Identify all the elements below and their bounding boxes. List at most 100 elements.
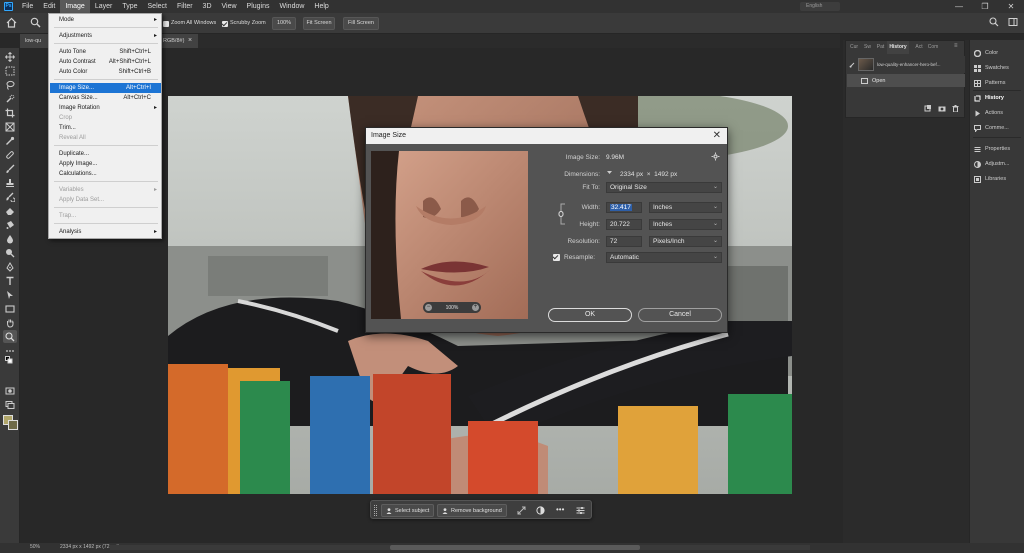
- menu-edit[interactable]: Edit: [38, 0, 60, 13]
- menu-layer[interactable]: Layer: [90, 0, 118, 13]
- menu-window[interactable]: Window: [275, 0, 310, 13]
- menu-item-analysis[interactable]: Analysis ▸: [50, 227, 161, 237]
- dock-history[interactable]: History: [974, 91, 1024, 105]
- menu-file[interactable]: File: [17, 0, 38, 13]
- width-unit-select[interactable]: Inches ⌄: [649, 202, 722, 213]
- close-tab-icon[interactable]: ×: [188, 34, 192, 48]
- quick-selection-tool-icon[interactable]: [3, 92, 17, 105]
- fill-screen-button[interactable]: Fill Screen: [343, 17, 379, 30]
- tab-color[interactable]: Cur: [847, 41, 861, 54]
- height-unit-select[interactable]: Inches ⌄: [649, 219, 722, 230]
- resample-checkbox[interactable]: [553, 254, 560, 263]
- screen-mode-icon[interactable]: [3, 398, 17, 411]
- menu-filter[interactable]: Filter: [172, 0, 198, 13]
- language-chip[interactable]: English: [800, 2, 840, 11]
- dock-patterns[interactable]: Patterns: [974, 76, 1024, 90]
- fit-to-select[interactable]: Original Size ⌄: [606, 182, 722, 193]
- gradient-tool-icon[interactable]: [3, 218, 17, 231]
- menu-item-canvas-size[interactable]: Canvas Size... Alt+Ctrl+C: [50, 93, 161, 103]
- menu-image[interactable]: Image: [60, 0, 90, 13]
- gear-icon[interactable]: [711, 152, 720, 161]
- height-input[interactable]: 20.722: [606, 219, 642, 230]
- more-options-icon[interactable]: •••: [556, 505, 564, 514]
- fit-screen-button[interactable]: Fit Screen: [303, 17, 335, 30]
- tab-swatches[interactable]: Sw: [861, 41, 874, 54]
- remove-background-button[interactable]: Remove background: [437, 504, 507, 517]
- dock-libraries[interactable]: Libraries: [974, 172, 1024, 186]
- panel-menu-icon[interactable]: ≡: [954, 43, 958, 49]
- tab-comments[interactable]: Com: [926, 41, 940, 54]
- zoom-out-icon[interactable]: −: [425, 304, 432, 311]
- hand-tool-icon[interactable]: [3, 316, 17, 329]
- menu-3d[interactable]: 3D: [198, 0, 217, 13]
- tab-history[interactable]: History: [887, 41, 909, 54]
- move-tool-icon[interactable]: [3, 50, 17, 63]
- dock-adjustments[interactable]: Adjustm...: [974, 157, 1024, 171]
- tab-patterns[interactable]: Pat: [874, 41, 887, 54]
- menu-item-apply-image[interactable]: Apply Image...: [50, 159, 161, 169]
- path-selection-tool-icon[interactable]: [3, 288, 17, 301]
- history-brush-tool-icon[interactable]: [3, 190, 17, 203]
- zoom-tool-icon[interactable]: [30, 17, 41, 28]
- camera-snapshot-icon[interactable]: [938, 105, 946, 112]
- menu-select[interactable]: Select: [143, 0, 172, 13]
- zoom-100-button[interactable]: 100%: [272, 17, 296, 30]
- frame-tool-icon[interactable]: [3, 120, 17, 133]
- resample-method-select[interactable]: Automatic ⌄: [606, 252, 722, 263]
- cancel-button[interactable]: Cancel: [638, 308, 722, 322]
- crop-tool-icon[interactable]: [3, 106, 17, 119]
- search-icon[interactable]: [989, 17, 999, 27]
- menu-type[interactable]: Type: [117, 0, 142, 13]
- zoom-level[interactable]: 50%: [30, 544, 40, 550]
- menu-item-duplicate[interactable]: Duplicate...: [50, 149, 161, 159]
- eyedropper-tool-icon[interactable]: [3, 134, 17, 147]
- healing-brush-tool-icon[interactable]: [3, 148, 17, 161]
- settings-sliders-icon[interactable]: [576, 506, 585, 515]
- ok-button[interactable]: OK: [548, 308, 632, 322]
- pen-tool-icon[interactable]: [3, 260, 17, 273]
- menu-item-adjustments[interactable]: Adjustments ▸: [50, 31, 161, 41]
- select-subject-button[interactable]: Select subject: [381, 504, 435, 517]
- menu-item-image-rotation[interactable]: Image Rotation ▸: [50, 103, 161, 113]
- dock-actions[interactable]: Actions: [974, 106, 1024, 120]
- background-color-swatch[interactable]: [8, 420, 18, 430]
- type-tool-icon[interactable]: [3, 274, 17, 287]
- new-document-from-state-icon[interactable]: [924, 104, 932, 112]
- menu-item-auto-tone[interactable]: Auto Tone Shift+Ctrl+L: [50, 47, 161, 57]
- brush-tool-icon[interactable]: [3, 162, 17, 175]
- menu-plugins[interactable]: Plugins: [242, 0, 275, 13]
- history-snapshot-row[interactable]: low-quality-enhancer-hero-bef...: [847, 56, 965, 73]
- horizontal-scroll-thumb[interactable]: [390, 545, 640, 550]
- history-step-row[interactable]: Open: [847, 74, 965, 87]
- marquee-tool-icon[interactable]: [3, 64, 17, 77]
- tab-actions[interactable]: Act: [913, 41, 925, 54]
- zoom-tool-icon[interactable]: [3, 330, 17, 343]
- lasso-tool-icon[interactable]: [3, 78, 17, 91]
- dock-color[interactable]: Color: [974, 46, 1024, 60]
- blur-tool-icon[interactable]: [3, 232, 17, 245]
- menu-item-image-size[interactable]: Image Size... Alt+Ctrl+I: [50, 83, 161, 93]
- dodge-tool-icon[interactable]: [3, 246, 17, 259]
- rectangle-tool-icon[interactable]: [3, 302, 17, 315]
- menu-item-calculations[interactable]: Calculations...: [50, 169, 161, 179]
- image-preview[interactable]: − 100% +: [371, 151, 528, 319]
- dock-comments[interactable]: Comme...: [974, 121, 1024, 135]
- menu-item-trim[interactable]: Trim...: [50, 123, 161, 133]
- menu-view[interactable]: View: [217, 0, 242, 13]
- scrubby-zoom-checkbox[interactable]: Scrubby Zoom: [222, 17, 266, 30]
- resolution-input[interactable]: 72: [606, 236, 642, 247]
- restore-icon[interactable]: ❐: [972, 0, 998, 13]
- drag-handle-icon[interactable]: [374, 505, 377, 516]
- workspace-icon[interactable]: [1008, 17, 1018, 27]
- clone-stamp-tool-icon[interactable]: [3, 176, 17, 189]
- menu-item-auto-color[interactable]: Auto Color Shift+Ctrl+B: [50, 67, 161, 77]
- close-icon[interactable]: ✕: [713, 128, 721, 144]
- dock-properties[interactable]: Properties: [974, 142, 1024, 156]
- width-input[interactable]: 32.417: [606, 202, 642, 213]
- mask-icon[interactable]: [536, 506, 545, 515]
- zoom-in-icon[interactable]: +: [471, 304, 479, 311]
- default-colors-icon[interactable]: [3, 354, 17, 367]
- history-brush-source-icon[interactable]: [849, 62, 855, 68]
- close-window-icon[interactable]: ✕: [998, 0, 1024, 13]
- trash-icon[interactable]: [952, 104, 959, 112]
